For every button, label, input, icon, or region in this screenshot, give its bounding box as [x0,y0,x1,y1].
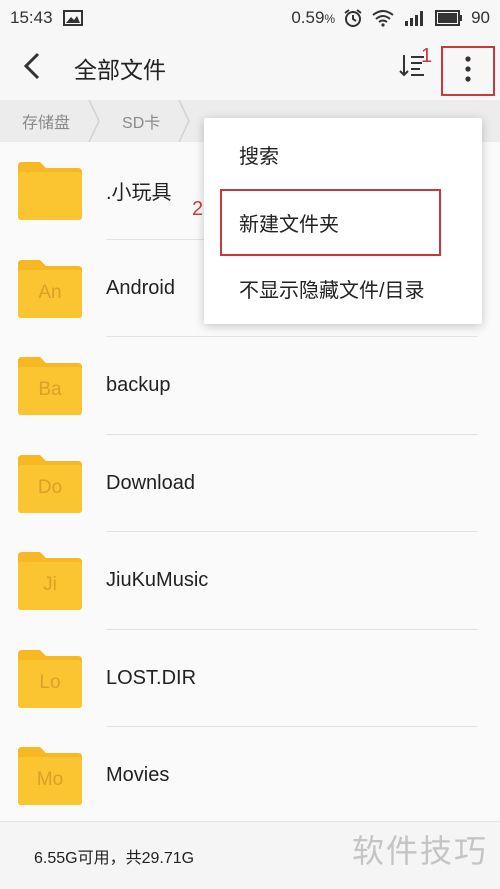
list-item[interactable]: Do Download [0,435,500,533]
app-bar: 全部文件 1 [0,36,500,100]
annotation-highlight-box [220,189,441,256]
file-name: Android [106,276,175,299]
file-name: .小玩具 [106,182,172,205]
watermark: 软件技巧 [352,832,489,870]
battery-icon [435,10,463,26]
breadcrumb-item-sd-card[interactable]: SD卡 [100,100,191,142]
page-title: 全部文件 [74,57,166,83]
folder-icon: Ba [18,355,82,415]
wifi-icon [371,9,395,27]
file-name: Download [106,471,195,494]
file-name: backup [106,374,171,397]
list-item[interactable]: Ji JiuKuMusic [0,532,500,630]
list-item[interactable]: Mo Movies [0,727,500,825]
signal-icon [403,9,427,27]
folder-icon: Ji [18,550,82,610]
menu-item-search[interactable]: 搜索 [204,120,482,188]
folder-icon [18,160,82,220]
alarm-icon [343,8,363,28]
list-item[interactable]: Ba backup [0,337,500,435]
file-name: JiuKuMusic [106,569,209,592]
menu-item-hide-hidden-files[interactable]: 不显示隐藏文件/目录 [204,254,482,322]
image-icon [62,10,83,26]
folder-icon: Mo [18,745,82,805]
more-options-button[interactable] [441,46,495,96]
file-name: LOST.DIR [106,666,197,689]
more-vertical-icon [464,55,472,88]
breadcrumb-item-storage[interactable]: 存储盘 [0,100,100,142]
file-name: Movies [106,764,170,787]
annotation-step-1: 1 [421,45,433,67]
status-bar: 15:43 0.59% 90 [0,0,500,36]
folder-icon: An [18,258,82,318]
battery-level-text: 90 [471,8,490,27]
status-time: 15:43 [10,8,53,27]
list-item[interactable]: Lo LOST.DIR [0,630,500,728]
back-button[interactable] [0,36,64,100]
chevron-left-icon [22,51,42,86]
storage-info: 6.55G可用，共29.71G [34,849,195,867]
folder-icon: Do [18,453,82,513]
breadcrumb-separator-icon [88,100,100,142]
annotation-step-2: 2 [192,198,204,220]
battery-percent-text: 0.59% [291,8,336,27]
folder-icon: Lo [18,648,82,708]
breadcrumb-separator-icon [178,100,191,142]
